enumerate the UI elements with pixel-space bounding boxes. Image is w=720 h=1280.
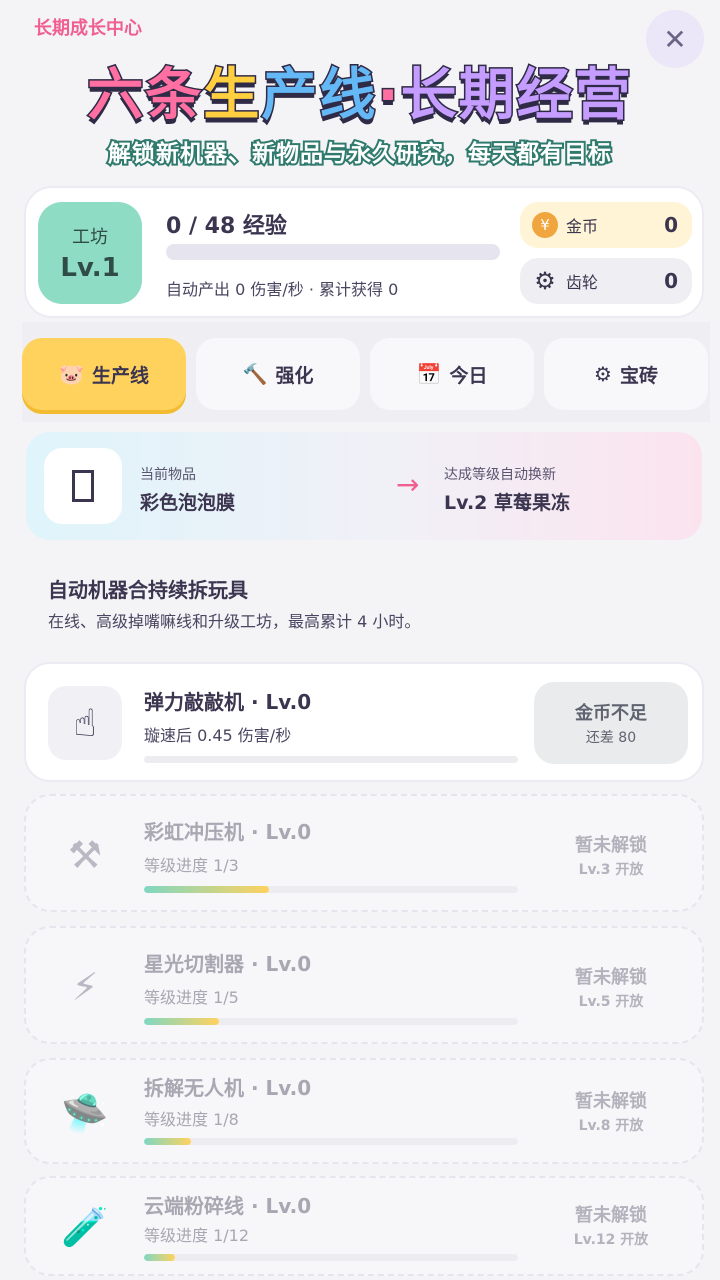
machine-action-label: 暂未解锁 <box>575 1091 647 1112</box>
hero-subtitle: 解锁新机器、新物品与永久研究，每天都有目标 <box>106 139 613 169</box>
machine-card: ⚒ 彩虹冲压机 · Lv.0 等级进度 1/3 暂未解锁 Lv.3 开放 <box>24 794 704 912</box>
workshop-level-badge: 工坊 Lv.1 <box>38 202 142 304</box>
hero-title: 六条生产线·长期经营 <box>0 50 720 131</box>
machine-upgrade-button[interactable]: 金币不足 还差 80 <box>534 682 688 764</box>
current-product-name: 彩色泡泡膜 <box>140 492 236 514</box>
machine-locked-button[interactable]: 暂未解锁 Lv.5 开放 <box>534 946 688 1028</box>
machine-progress-bar <box>144 756 518 763</box>
machine-card: ⚡ 星光切割器 · Lv.0 等级进度 1/5 暂未解锁 Lv.5 开放 <box>24 926 704 1044</box>
machine-action-sublabel: 还差 80 <box>585 730 637 746</box>
machine-name: 星光切割器 · Lv.0 <box>144 952 312 976</box>
machine-progress-fill <box>144 1018 219 1025</box>
current-product-banner: 当前物品 彩色泡泡膜 → 达成等级自动换新 Lv.2 草莓果冻 <box>26 432 702 540</box>
gear-icon: ⚙ <box>594 362 612 386</box>
machine-progress-bar <box>144 1138 518 1145</box>
lightning-icon: ⚡ <box>71 965 99 1009</box>
machine-action-label: 金币不足 <box>575 703 647 724</box>
hero-title-part: 长期经营 <box>399 62 633 130</box>
machine-locked-button[interactable]: 暂未解锁 Lv.3 开放 <box>534 814 688 896</box>
section-title: 自动机器合持续拆玩具 <box>48 578 248 602</box>
calendar-icon: 📅 <box>416 362 442 386</box>
tab-treasure[interactable]: ⚙ 宝砖 <box>544 338 708 410</box>
machine-name: 弹力敲敲机 · Lv.0 <box>144 690 312 714</box>
header-tag: 长期成长中心 <box>34 18 142 39</box>
gear-icon: ⚙ <box>534 267 556 295</box>
machine-progress-fill <box>144 1254 176 1261</box>
machine-action-label: 暂未解锁 <box>575 1205 647 1226</box>
machine-subtext: 璇速后 0.45 伤害/秒 <box>144 726 292 745</box>
tab-label: 宝砖 <box>619 364 658 387</box>
tab-label: 强化 <box>275 364 314 387</box>
machine-progress-bar <box>144 1254 518 1261</box>
tab-production-line[interactable]: 🐷 生产线 <box>22 338 186 410</box>
product-icon <box>44 448 122 524</box>
hero-title-part: 六条 <box>86 62 204 130</box>
gold-label: 金币 <box>566 217 599 236</box>
machine-progress-bar <box>144 1018 518 1025</box>
next-product-label: 达成等级自动换新 <box>444 467 556 483</box>
workshop-level: Lv.1 <box>60 253 120 283</box>
machine-progress-bar <box>144 886 518 893</box>
hero-title-part: 产线 <box>260 62 378 130</box>
machine-action-sublabel: Lv.5 开放 <box>578 994 644 1010</box>
growth-center-page: 长期成长中心 ✕ 六条生产线·长期经营 解锁新机器、新物品与永久研究，每天都有目… <box>0 0 720 1280</box>
hero-title-part: · <box>376 62 401 130</box>
test-tube-icon: 🧪 <box>61 1204 109 1249</box>
machine-subtext: 等级进度 1/8 <box>144 1110 239 1129</box>
section-description: 在线、高级掉嘴嘛线和升级工坊，最高累计 4 小时。 <box>48 612 421 631</box>
machine-progress-fill <box>144 886 269 893</box>
exp-text: 0 / 48 经验 <box>166 214 287 239</box>
machine-name: 云端粉碎线 · Lv.0 <box>144 1194 312 1218</box>
machine-name: 拆解无人机 · Lv.0 <box>144 1076 312 1100</box>
coin-icon: ¥ <box>532 212 558 238</box>
workshop-level-card: 工坊 Lv.1 0 / 48 经验 自动产出 0 伤害/秒 · 累计获得 0 ¥… <box>24 186 704 318</box>
gold-currency: ¥ 金币 0 <box>520 202 692 248</box>
tab-label: 生产线 <box>91 364 149 387</box>
machine-subtext: 等级进度 1/12 <box>144 1226 250 1245</box>
gear-currency: ⚙ 齿轮 0 <box>520 258 692 304</box>
machine-locked-button[interactable]: 暂未解锁 Lv.8 开放 <box>534 1070 688 1152</box>
gear-label: 齿轮 <box>566 273 599 292</box>
tab-today[interactable]: 📅 今日 <box>370 338 534 410</box>
current-product-label: 当前物品 <box>140 467 196 483</box>
tab-enhance[interactable]: 🔨 强化 <box>196 338 360 410</box>
machine-action-label: 暂未解锁 <box>575 967 647 988</box>
finger-icon: ☝ <box>48 686 122 760</box>
machine-card: ☝ 弹力敲敲机 · Lv.0 璇速后 0.45 伤害/秒 金币不足 还差 80 <box>24 662 704 782</box>
machine-subtext: 等级进度 1/5 <box>144 988 239 1007</box>
next-product-name: Lv.2 草莓果冻 <box>444 492 570 514</box>
machine-action-sublabel: Lv.3 开放 <box>578 862 644 878</box>
press-icon: ⚒ <box>67 833 103 877</box>
machine-action-sublabel: Lv.12 开放 <box>573 1232 649 1248</box>
machine-action-label: 暂未解锁 <box>575 835 647 856</box>
machine-action-sublabel: Lv.8 开放 <box>578 1118 644 1134</box>
pig-icon: 🐷 <box>59 362 84 386</box>
hammer-icon: 🔨 <box>242 362 268 386</box>
machine-subtext: 等级进度 1/3 <box>144 856 239 875</box>
workshop-badge-label: 工坊 <box>72 227 108 248</box>
tab-label: 今日 <box>449 364 488 387</box>
tab-bar: 🐷 生产线 🔨 强化 📅 今日 ⚙ 宝砖 <box>22 322 710 422</box>
hero-title-part: 生 <box>202 62 262 130</box>
machine-card: 🛸 拆解无人机 · Lv.0 等级进度 1/8 暂未解锁 Lv.8 开放 <box>24 1058 704 1164</box>
ufo-icon: 🛸 <box>61 1090 109 1135</box>
machine-card: 🧪 云端粉碎线 · Lv.0 等级进度 1/12 暂未解锁 Lv.12 开放 <box>24 1176 704 1276</box>
auto-output-stats: 自动产出 0 伤害/秒 · 累计获得 0 <box>166 280 399 299</box>
arrow-right-icon: → <box>396 468 420 501</box>
gear-value: 0 <box>664 269 678 293</box>
gold-value: 0 <box>664 213 678 237</box>
machine-locked-button[interactable]: 暂未解锁 Lv.12 开放 <box>534 1184 688 1266</box>
exp-progress-bar <box>166 244 500 260</box>
machine-progress-fill <box>144 1138 191 1145</box>
machine-name: 彩虹冲压机 · Lv.0 <box>144 820 312 844</box>
